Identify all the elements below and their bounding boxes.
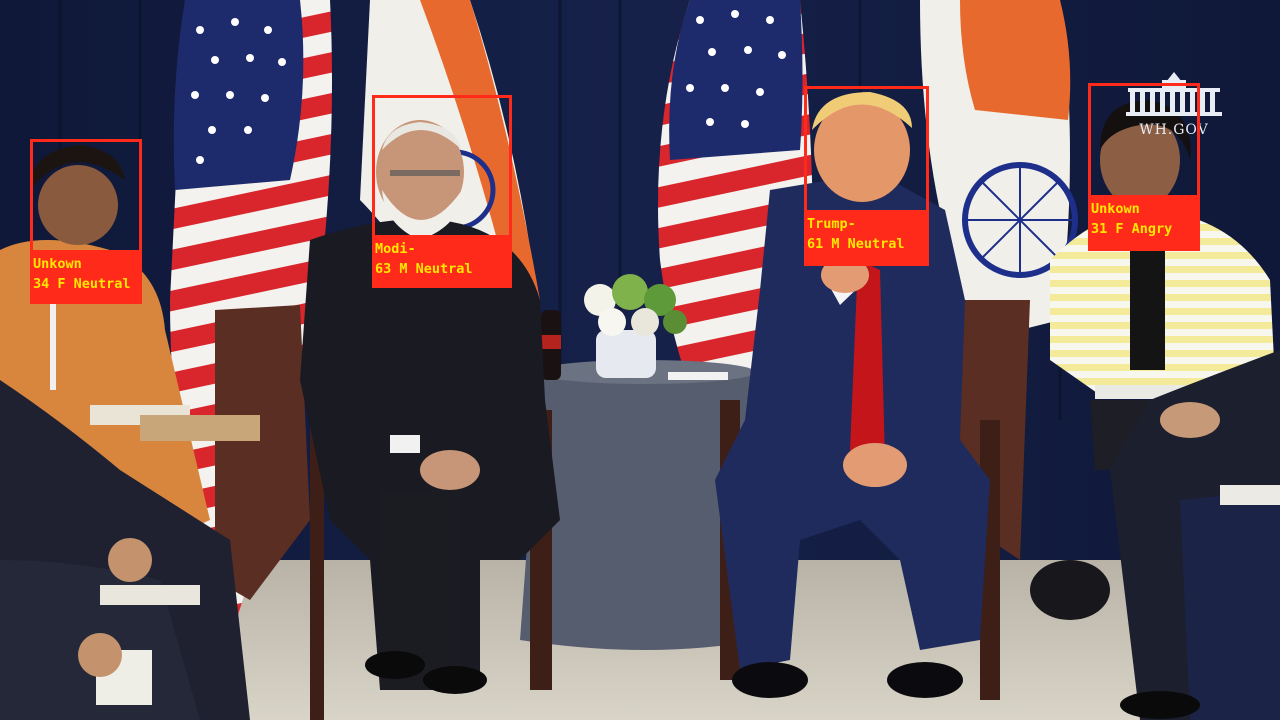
face-label-attributes: 61 M Neutral bbox=[807, 236, 905, 252]
face-box-unknown-right bbox=[1088, 83, 1200, 198]
face-label-modi: Modi- 63 M Neutral bbox=[372, 238, 512, 288]
face-label-attributes: 63 M Neutral bbox=[375, 261, 473, 277]
face-box-modi bbox=[372, 95, 512, 238]
face-label-attributes: 31 F Angry bbox=[1091, 221, 1173, 237]
face-label-name: Unkown bbox=[1091, 201, 1140, 217]
face-label-attributes: 34 F Neutral bbox=[33, 276, 131, 292]
face-label-unknown-left: Unkown 34 F Neutral bbox=[30, 253, 142, 304]
face-label-name: Modi- bbox=[375, 241, 416, 257]
video-frame: WH.GOV Unkown 34 F Neutral Modi- 63 M Ne… bbox=[0, 0, 1280, 720]
face-label-name: Unkown bbox=[33, 256, 82, 272]
face-label-trump: Trump- 61 M Neutral bbox=[804, 213, 929, 266]
face-label-name: Trump- bbox=[807, 216, 856, 232]
face-label-unknown-right: Unkown 31 F Angry bbox=[1088, 198, 1200, 251]
face-box-trump bbox=[804, 86, 929, 213]
face-box-unknown-left bbox=[30, 139, 142, 253]
